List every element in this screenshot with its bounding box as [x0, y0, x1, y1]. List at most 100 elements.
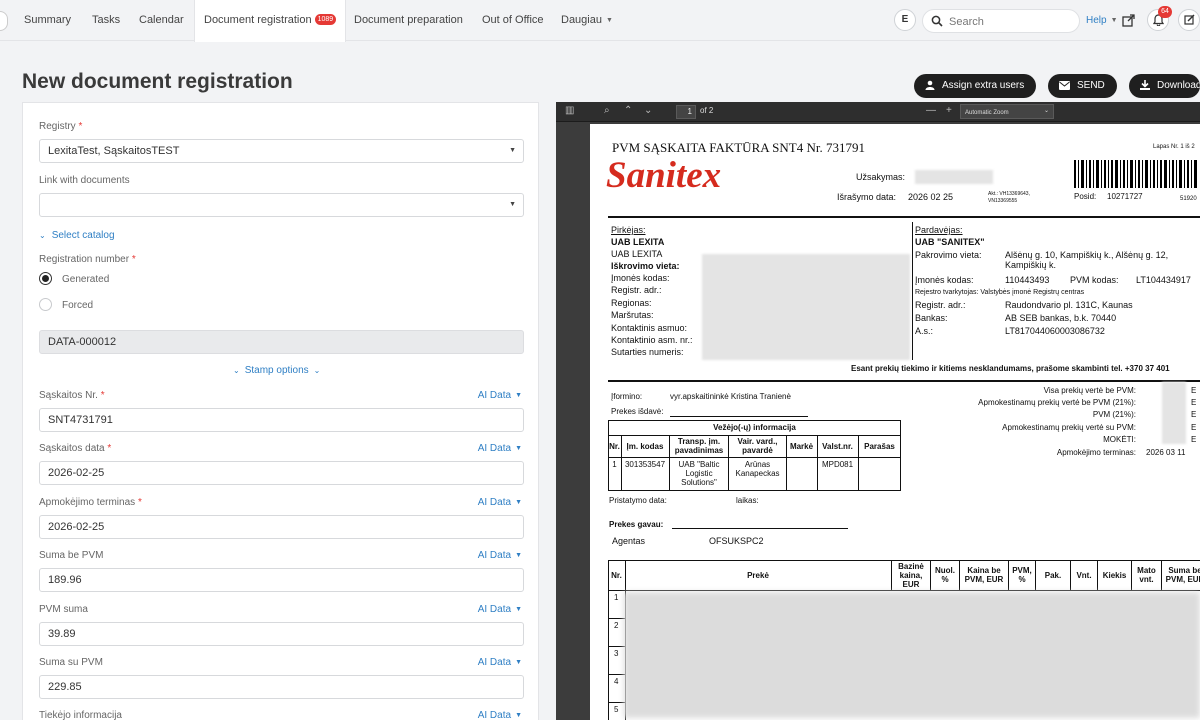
row-number: 4 — [614, 677, 619, 686]
tab-label: Document preparation — [354, 14, 463, 26]
chevron-down-icon: ▼ — [509, 147, 516, 154]
table-cell: 301353547 — [624, 460, 666, 469]
amount-excl-vat-input[interactable]: 189.96 — [39, 568, 524, 592]
divider — [608, 216, 1200, 218]
taxable-excl-vat-label: Apmokestinamų prekių vertė be PVM (21%): — [978, 398, 1136, 407]
chevron-down-icon: ▼ — [515, 445, 522, 452]
search-box[interactable] — [922, 9, 1080, 33]
user-avatar[interactable]: E — [894, 9, 916, 31]
search-input[interactable] — [949, 14, 1073, 29]
issued-by-value: vyr.apskaitininkė Kristina Tranienė — [670, 392, 791, 401]
search-icon[interactable]: ⌕ — [604, 105, 610, 117]
compose-button[interactable] — [1178, 9, 1200, 31]
edit-icon — [1183, 14, 1194, 25]
link-documents-select[interactable]: ▼ — [39, 193, 524, 217]
tab-label: Calendar — [139, 14, 184, 26]
tab-out-of-office[interactable]: Out of Office — [482, 0, 544, 41]
help-menu[interactable]: Help ▼ — [1086, 0, 1118, 41]
tab-more-dropdown[interactable]: Daugiau ▼ — [561, 0, 613, 41]
currency: E — [1191, 398, 1197, 407]
column-divider — [669, 435, 670, 491]
button-label: SEND — [1077, 80, 1105, 91]
ai-data-menu[interactable]: AI Data ▼ — [478, 550, 522, 561]
agent-label: Agentas — [612, 536, 646, 546]
send-button[interactable]: SEND — [1048, 74, 1117, 98]
invoice-heading: PVM SĄSKAITA FAKTŪRA SNT4 Nr. 731791 — [612, 140, 865, 155]
column-divider — [728, 435, 729, 491]
account-label: A.s.: — [915, 326, 934, 336]
seller-name: UAB "SANITEX" — [915, 237, 985, 247]
act-number: Akt.: VH13369643, — [988, 191, 1030, 197]
next-page-icon[interactable]: ⌄ — [644, 105, 652, 117]
act-number-2: VN13369555 — [988, 198, 1018, 204]
ai-data-menu[interactable]: AI Data ▼ — [478, 497, 522, 508]
redacted-area — [702, 254, 910, 360]
ai-data-menu[interactable]: AI Data ▼ — [478, 390, 522, 401]
table-header: Prekė — [747, 571, 769, 580]
registry-select[interactable]: LexitaTest, SąskaitosTEST ▼ — [39, 139, 524, 163]
sidebar-toggle-icon[interactable]: ▥ — [565, 105, 574, 117]
amount-incl-vat-input[interactable]: 229.85 — [39, 675, 524, 699]
vat-amount-input[interactable]: 39.89 — [39, 622, 524, 646]
tab-summary[interactable]: Summary — [24, 0, 71, 41]
page-number-input[interactable]: 1 — [676, 105, 696, 119]
seller-address-label: Registr. adr.: — [915, 300, 966, 310]
payment-term-label: Apmokėjimo terminas: — [1056, 448, 1136, 457]
zoom-select[interactable]: Automatic Zoom ⌄ — [960, 104, 1054, 119]
table-header: Suma be PVM, EUR — [1165, 566, 1200, 584]
forced-radio[interactable] — [39, 298, 52, 311]
tab-document-registration[interactable]: Document registration 1089 — [194, 0, 347, 42]
vat-label: PVM (21%): — [1092, 410, 1136, 419]
row-number: 1 — [614, 593, 619, 602]
top-navigation: Summary Tasks Calendar Document registra… — [0, 0, 1200, 42]
tab-calendar[interactable]: Calendar — [139, 0, 184, 41]
table-header: Kiekis — [1102, 571, 1127, 580]
select-catalog-link[interactable]: ⌄ Select catalog — [39, 230, 115, 241]
issued-by-label: Įformino: — [611, 392, 643, 401]
tab-label: Out of Office — [482, 14, 544, 26]
page-info: Lapas Nr. 1 iš 2 — [1153, 144, 1195, 150]
buyer-name-2: UAB LEXITA — [611, 249, 663, 259]
previous-page-icon[interactable]: ⌃ — [624, 105, 632, 117]
loading-place-value-2: Kampiškių k. — [1005, 260, 1057, 270]
pdf-toolbar: ▥ ⌕ ⌃ ⌄ 1 of 2 — + Automatic Zoom ⌄ — [556, 102, 1200, 122]
invoice-date-input[interactable]: 2026-02-25 — [39, 461, 524, 485]
stamp-options-toggle[interactable]: ⌄ Stamp options ⌄ — [233, 365, 320, 376]
table-header: Transp. įm. pavadinimas — [674, 437, 724, 455]
back-button[interactable] — [0, 11, 8, 31]
chevron-down-icon: ⌄ — [233, 366, 240, 375]
tab-document-preparation[interactable]: Document preparation — [354, 0, 463, 41]
zoom-in-icon[interactable]: + — [946, 105, 952, 117]
tab-tasks[interactable]: Tasks — [92, 0, 120, 41]
zoom-out-icon[interactable]: — — [926, 105, 936, 117]
envelope-icon — [1059, 81, 1070, 90]
table-cell: 1 — [612, 460, 617, 469]
ai-data-menu[interactable]: AI Data ▼ — [478, 443, 522, 454]
bank-label: Bankas: — [915, 313, 948, 323]
button-label: Download — [1157, 80, 1200, 91]
ai-data-menu[interactable]: AI Data ▼ — [478, 657, 522, 668]
table-header: Bazinė kaina, EUR — [898, 562, 924, 589]
payment-term-input[interactable]: 2026-02-25 — [39, 515, 524, 539]
contract-number-label: Sutarties numeris: — [611, 347, 684, 357]
ai-data-menu[interactable]: AI Data ▼ — [478, 604, 522, 615]
count-badge: 1089 — [314, 14, 337, 25]
generated-radio[interactable] — [39, 272, 52, 285]
invoice-number-label: Sąskaitos Nr. * — [39, 390, 105, 401]
external-link-icon[interactable] — [1122, 14, 1135, 27]
download-button[interactable]: Download — [1129, 74, 1200, 98]
agent-value: OFSUKSPC2 — [709, 536, 764, 546]
table-header: Įm. kodas — [626, 442, 664, 451]
assign-extra-users-button[interactable]: Assign extra users — [914, 74, 1037, 98]
divider — [608, 380, 1200, 382]
issue-date-label: Išrašymo data: — [837, 192, 897, 202]
goods-issued-label: Prekes išdavė: — [611, 407, 664, 416]
invoice-number-input[interactable]: SNT4731791 — [39, 408, 524, 432]
chevron-down-icon: ▼ — [515, 606, 522, 613]
ai-data-menu[interactable]: AI Data ▼ — [478, 710, 522, 720]
currency: E — [1191, 423, 1197, 432]
table-cell: Arūnas Kanapeckas — [735, 460, 780, 478]
buyer-address-label: Registr. adr.: — [611, 285, 662, 295]
table-header: Markė — [789, 442, 814, 451]
row-number: 5 — [614, 705, 619, 714]
